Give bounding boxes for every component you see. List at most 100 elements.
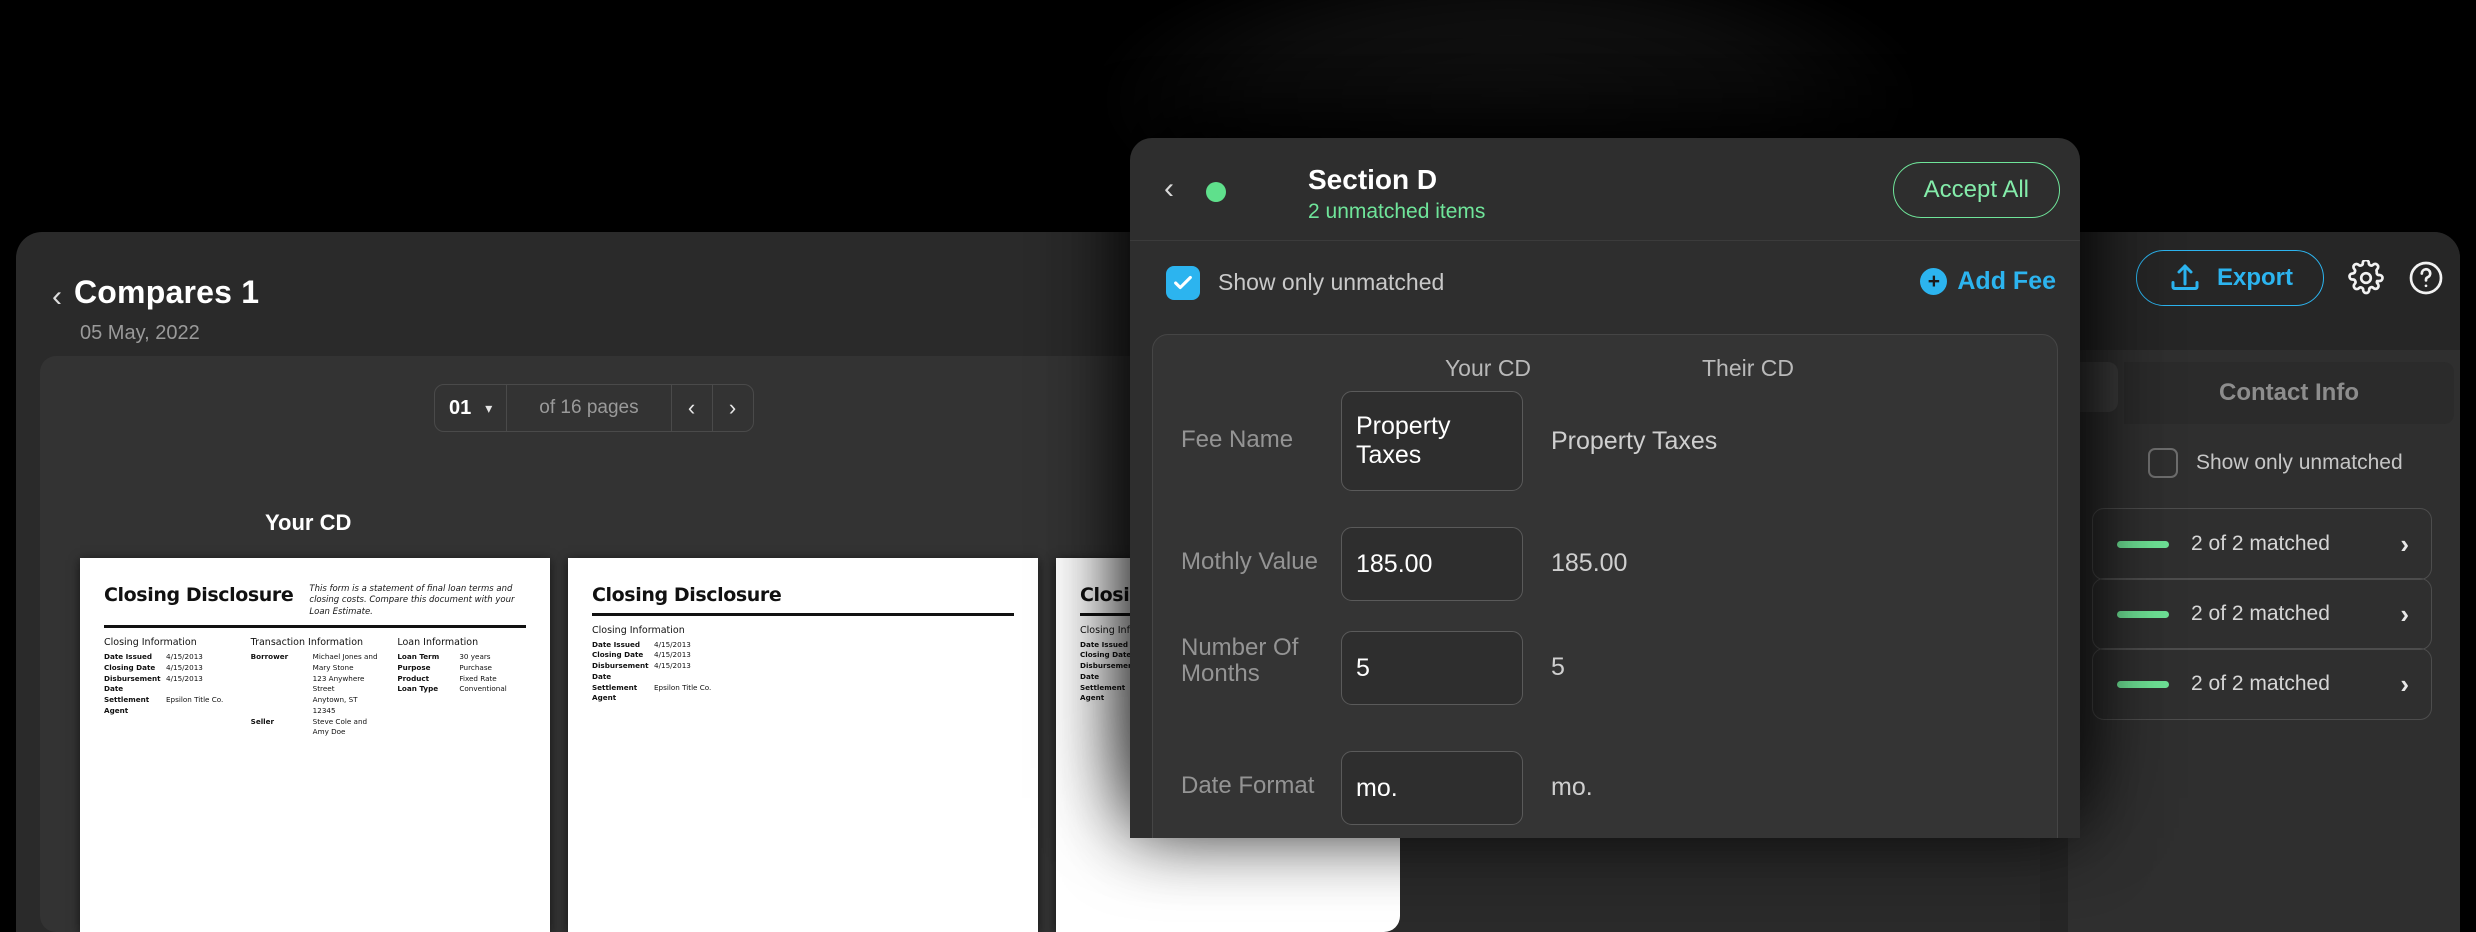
chevron-right-icon[interactable]: › [2400, 529, 2409, 560]
doc-column: Transaction Information Borrower Michael … [251, 637, 380, 738]
column-header-their-cd: Their CD [1701, 355, 1794, 381]
doc-field-key [251, 674, 313, 696]
fee-compare-card: Your CD Their CD Fee Name Property Taxes… [1152, 334, 2058, 838]
doc-field-key: Seller [250, 716, 275, 726]
gear-icon[interactable] [2348, 260, 2384, 296]
doc-field-value: 4/15/2013 [166, 651, 203, 661]
field-label: Number Of Months [1181, 634, 1299, 688]
right-tabs: Contact Info [2068, 362, 2460, 424]
doc-field-key: Disbursement Date [592, 661, 649, 681]
match-row[interactable]: 2 of 2 matched › [2092, 578, 2432, 650]
doc-field-value: Michael Jones and Mary Stone [312, 651, 378, 672]
doc-column: Loan Information Loan Term 30 years Purpo… [397, 637, 526, 738]
doc-field-key: Closing Date [104, 662, 156, 672]
doc-field-key: Date Issued [592, 639, 640, 649]
check-icon [1174, 275, 1192, 290]
doc-field-value: Purchase [459, 662, 492, 672]
doc-field-value: Epsilon Title Co. [654, 682, 712, 692]
show-only-unmatched-checkbox[interactable] [2148, 448, 2178, 478]
show-only-unmatched-checkbox[interactable] [1166, 266, 1200, 300]
match-status-text: 2 of 2 matched [2191, 532, 2330, 555]
their-cd-value: Property Taxes [1551, 427, 1718, 455]
tab-contact-info[interactable]: Contact Info [2124, 362, 2454, 424]
right-section-card: Contact Info Show only unmatched 2 of 2 … [2068, 350, 2460, 932]
modal-filter-bar: Show only unmatched + Add Fee [1130, 241, 2080, 327]
their-cd-value: mo. [1551, 773, 1593, 801]
right-panel: Export Contact Info Show only unmatched … [2040, 232, 2460, 932]
field-label: Date Format [1181, 772, 1315, 799]
plus-circle-icon: + [1920, 268, 1948, 295]
match-row[interactable]: 2 of 2 matched › [2092, 508, 2432, 580]
document-page[interactable]: Closing Disclosure This form is a statem… [80, 558, 550, 932]
upload-icon [2167, 260, 2203, 296]
match-indicator-bar [2117, 680, 2169, 688]
page-date: 05 May, 2022 [80, 322, 200, 344]
your-cd-input[interactable]: mo. [1341, 751, 1523, 825]
doc-rule [104, 625, 526, 628]
doc-field-key: Date Issued [104, 651, 152, 661]
document-content: Closing Disclosure This form is a statem… [80, 558, 550, 932]
doc-field-key: Borrower [250, 651, 289, 661]
document-content: Closing Disclosure Closing Information D… [568, 558, 1038, 932]
your-cd-label: Your CD [265, 510, 352, 535]
field-label: Mothly Value [1181, 548, 1318, 575]
their-cd-value: 185.00 [1551, 549, 1628, 577]
section-detail-modal: ‹ Section D 2 unmatched items Accept All… [1130, 138, 2080, 838]
doc-column-heading: Closing Information [104, 636, 197, 648]
chevron-left-icon[interactable]: ‹ [1164, 174, 1174, 204]
doc-field-value: 30 years [459, 651, 491, 661]
pagination-control[interactable]: 01 ▾ of 16 pages ‹ › [434, 384, 754, 432]
doc-field-value: 4/15/2013 [654, 639, 691, 649]
column-header-your-cd: Your CD [1444, 355, 1532, 381]
prev-page-button[interactable]: ‹ [672, 385, 713, 431]
doc-column-heading: Transaction Information [250, 636, 364, 648]
current-page-value: 01 [449, 396, 472, 419]
compare-row: Date Format mo. mo. [1153, 751, 2057, 831]
doc-field-value: Steve Cole and Amy Doe [312, 716, 368, 737]
document-page[interactable]: Closing Disclosure Closing Information D… [568, 558, 1038, 932]
doc-field-key: Settlement Agent [592, 682, 638, 703]
add-fee-button[interactable]: + Add Fee [1920, 267, 2056, 296]
next-page-button[interactable]: › [713, 385, 753, 431]
doc-field-value: 4/15/2013 [166, 662, 203, 672]
doc-field-key: Closing Date [592, 650, 644, 660]
chevron-right-icon[interactable]: › [2400, 669, 2409, 700]
doc-field-key: Product [397, 673, 430, 683]
doc-title: Closing Disclosure [104, 584, 294, 606]
match-status-text: 2 of 2 matched [2191, 602, 2330, 625]
page-title: Compares 1 [74, 274, 260, 310]
doc-field-key: Loan Term [397, 651, 440, 661]
right-filter-row[interactable]: Show only unmatched [2148, 448, 2403, 478]
your-cd-input[interactable]: 185.00 [1341, 527, 1523, 601]
modal-subtitle: 2 unmatched items [1308, 200, 1486, 223]
total-pages-text: of 16 pages [539, 397, 639, 418]
doc-field-value: Epsilon Title Co. [166, 695, 224, 705]
modal-header: ‹ Section D 2 unmatched items Accept All [1130, 138, 2080, 241]
chevron-right-icon[interactable]: › [2400, 599, 2409, 630]
export-button[interactable]: Export [2135, 250, 2324, 306]
your-cd-input[interactable]: Property Taxes [1341, 391, 1523, 491]
your-cd-input[interactable]: 5 [1341, 631, 1523, 705]
add-fee-label: Add Fee [1957, 267, 2056, 295]
doc-field-key: Disbursement Date [104, 673, 161, 694]
doc-field-key [251, 695, 313, 717]
chevron-down-icon: ▾ [485, 400, 493, 416]
doc-field-key: Purpose [397, 662, 431, 672]
doc-field-value: 123 Anywhere Street [312, 673, 365, 694]
doc-field-value: Anytown, ST 12345 [312, 695, 358, 715]
match-row[interactable]: 2 of 2 matched › [2092, 648, 2432, 720]
compare-row: Number Of Months 5 5 [1153, 631, 2057, 711]
doc-field-key: Loan Type [397, 684, 439, 694]
doc-field-value: 4/15/2013 [654, 661, 691, 671]
status-dot [1206, 182, 1226, 202]
doc-field-value: 4/15/2013 [654, 650, 691, 660]
accept-all-button[interactable]: Accept All [1892, 162, 2060, 218]
chevron-left-icon[interactable]: ‹ [52, 282, 68, 312]
doc-column: Closing Information Date Issued 4/15/2013… [592, 625, 1014, 705]
page-select[interactable]: 01 ▾ [435, 385, 508, 431]
show-only-unmatched-label: Show only unmatched [1218, 269, 1445, 295]
field-label: Fee Name [1181, 426, 1294, 453]
question-circle-icon[interactable] [2408, 260, 2444, 296]
doc-column-heading: Closing Information [592, 624, 685, 636]
doc-rule [592, 613, 1014, 616]
